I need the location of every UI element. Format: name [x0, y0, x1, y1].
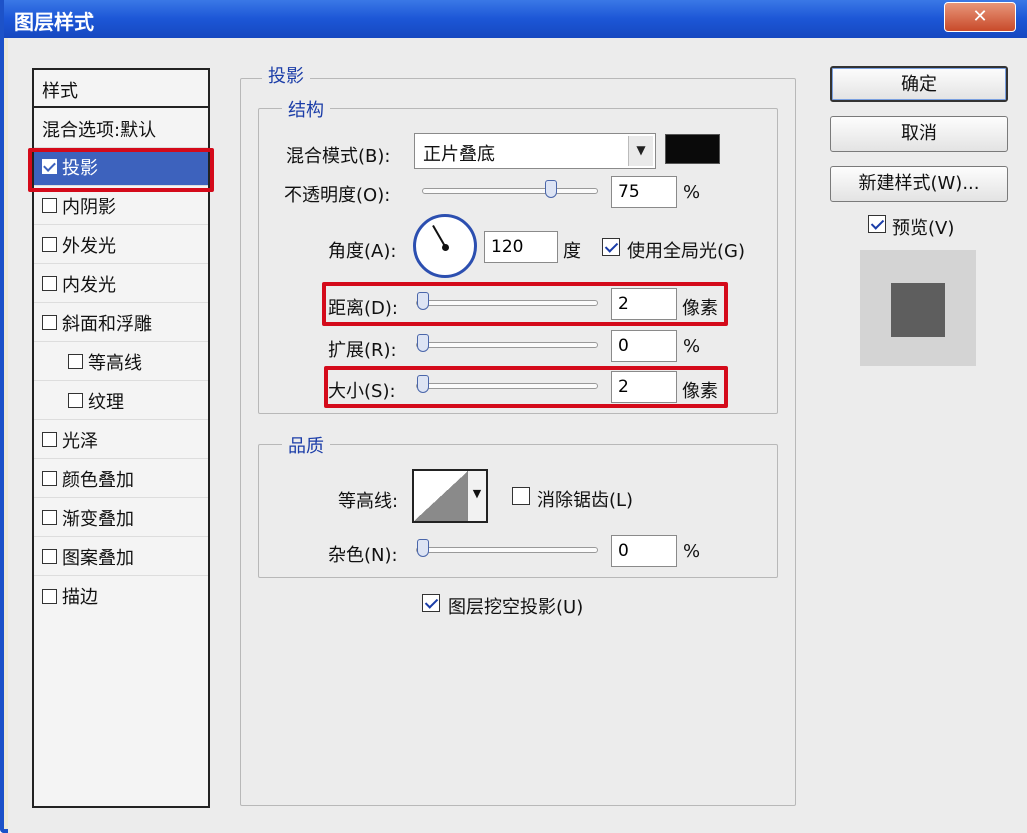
knockout-checkbox[interactable]: [422, 594, 440, 612]
close-button[interactable]: ✕: [944, 2, 1016, 32]
contour-curve-icon: [414, 471, 468, 521]
style-item-contour[interactable]: 等高线: [34, 343, 208, 381]
noise-slider[interactable]: [416, 539, 598, 557]
angle-unit: 度: [563, 241, 581, 262]
ok-button[interactable]: 确定: [830, 66, 1008, 102]
noise-input[interactable]: [611, 535, 677, 567]
noise-unit: %: [683, 541, 701, 562]
style-item-outer-glow[interactable]: 外发光: [34, 226, 208, 264]
panel-title: 投影: [262, 62, 310, 88]
noise-slider-thumb[interactable]: [417, 539, 429, 557]
blend-mode-label: 混合模式(B):: [286, 146, 391, 167]
preview-label[interactable]: 预览(V): [892, 214, 954, 240]
contour-picker[interactable]: ▼: [412, 469, 488, 523]
spread-label: 扩展(R):: [328, 340, 397, 361]
layer-style-dialog: 图层样式 ✕ 样式 混合选项:默认 投影 内阴影 外发光 内发光 斜面和浮雕 等…: [0, 0, 1027, 833]
texture-checkbox[interactable]: [68, 393, 83, 408]
spread-slider-thumb[interactable]: [417, 334, 429, 352]
contour-checkbox[interactable]: [68, 354, 83, 369]
style-item-bevel-emboss[interactable]: 斜面和浮雕: [34, 304, 208, 342]
dialog-body: 样式 混合选项:默认 投影 内阴影 外发光 内发光 斜面和浮雕 等高线 纹理 光…: [8, 38, 1027, 833]
gradient-overlay-checkbox[interactable]: [42, 510, 57, 525]
style-item-pattern-overlay[interactable]: 图案叠加: [34, 538, 208, 576]
highlight-distance: [322, 282, 728, 326]
blend-options-label: 混合选项:默认: [42, 119, 157, 141]
style-item-label: 渐变叠加: [62, 508, 134, 530]
highlight-drop-shadow: [28, 148, 214, 192]
blend-mode-select[interactable]: 正片叠底 ▼: [414, 133, 656, 169]
satin-checkbox[interactable]: [42, 432, 57, 447]
preview-checkbox[interactable]: [868, 215, 886, 233]
spread-input[interactable]: [611, 330, 677, 362]
style-item-label: 描边: [62, 587, 98, 608]
highlight-size: [324, 366, 728, 408]
structure-legend: 结构: [282, 96, 330, 122]
opacity-input[interactable]: [611, 176, 677, 208]
style-item-texture[interactable]: 纹理: [34, 382, 208, 420]
global-light-checkbox[interactable]: [602, 238, 620, 256]
style-item-label: 颜色叠加: [62, 469, 134, 491]
global-light-label[interactable]: 使用全局光(G): [627, 237, 745, 263]
style-item-label: 外发光: [62, 235, 116, 257]
new-style-button[interactable]: 新建样式(W)...: [830, 166, 1008, 202]
blend-mode-value: 正片叠底: [423, 144, 495, 165]
cancel-button[interactable]: 取消: [830, 116, 1008, 152]
opacity-unit: %: [683, 182, 701, 203]
blend-options-item[interactable]: 混合选项:默认: [34, 110, 208, 148]
angle-pivot: [442, 244, 449, 251]
outer-glow-checkbox[interactable]: [42, 237, 57, 252]
pattern-overlay-checkbox[interactable]: [42, 549, 57, 564]
style-item-label: 斜面和浮雕: [62, 313, 152, 335]
stroke-checkbox[interactable]: [42, 588, 57, 604]
style-item-label: 等高线: [88, 352, 142, 374]
inner-shadow-checkbox[interactable]: [42, 198, 57, 213]
shadow-color-swatch[interactable]: [665, 134, 720, 164]
contour-dropdown-icon[interactable]: ▼: [467, 471, 486, 521]
style-item-label: 图案叠加: [62, 547, 134, 569]
style-item-label: 纹理: [88, 391, 124, 413]
noise-label: 杂色(N):: [328, 545, 398, 566]
style-item-inner-shadow[interactable]: 内阴影: [34, 187, 208, 225]
bevel-emboss-checkbox[interactable]: [42, 315, 57, 330]
angle-input[interactable]: [484, 231, 558, 263]
opacity-label: 不透明度(O):: [284, 185, 391, 206]
style-item-stroke[interactable]: 描边: [34, 577, 208, 615]
knockout-label[interactable]: 图层挖空投影(U): [448, 593, 583, 619]
preview-swatch: [891, 283, 945, 337]
quality-legend: 品质: [282, 432, 330, 458]
antialias-checkbox[interactable]: [512, 487, 530, 505]
chevron-down-icon[interactable]: ▼: [628, 136, 653, 166]
style-preview: [860, 250, 976, 366]
opacity-slider[interactable]: [422, 180, 598, 198]
inner-glow-checkbox[interactable]: [42, 276, 57, 291]
style-item-label: 光泽: [62, 430, 98, 452]
opacity-slider-thumb[interactable]: [544, 180, 557, 198]
styles-list-header[interactable]: 样式: [34, 70, 208, 108]
color-overlay-checkbox[interactable]: [42, 471, 57, 486]
angle-label: 角度(A):: [328, 241, 397, 262]
style-item-gradient-overlay[interactable]: 渐变叠加: [34, 499, 208, 537]
window-title: 图层样式: [14, 10, 94, 34]
style-item-satin[interactable]: 光泽: [34, 421, 208, 459]
style-item-label: 内阴影: [62, 196, 116, 218]
style-item-inner-glow[interactable]: 内发光: [34, 265, 208, 303]
angle-dial[interactable]: [413, 214, 477, 278]
title-bar[interactable]: 图层样式 ✕: [4, 0, 1027, 38]
antialias-label[interactable]: 消除锯齿(L): [537, 486, 633, 512]
style-item-color-overlay[interactable]: 颜色叠加: [34, 460, 208, 498]
style-item-label: 内发光: [62, 274, 116, 296]
spread-unit: %: [683, 336, 701, 357]
spread-slider[interactable]: [416, 334, 598, 352]
contour-label: 等高线:: [338, 491, 399, 512]
